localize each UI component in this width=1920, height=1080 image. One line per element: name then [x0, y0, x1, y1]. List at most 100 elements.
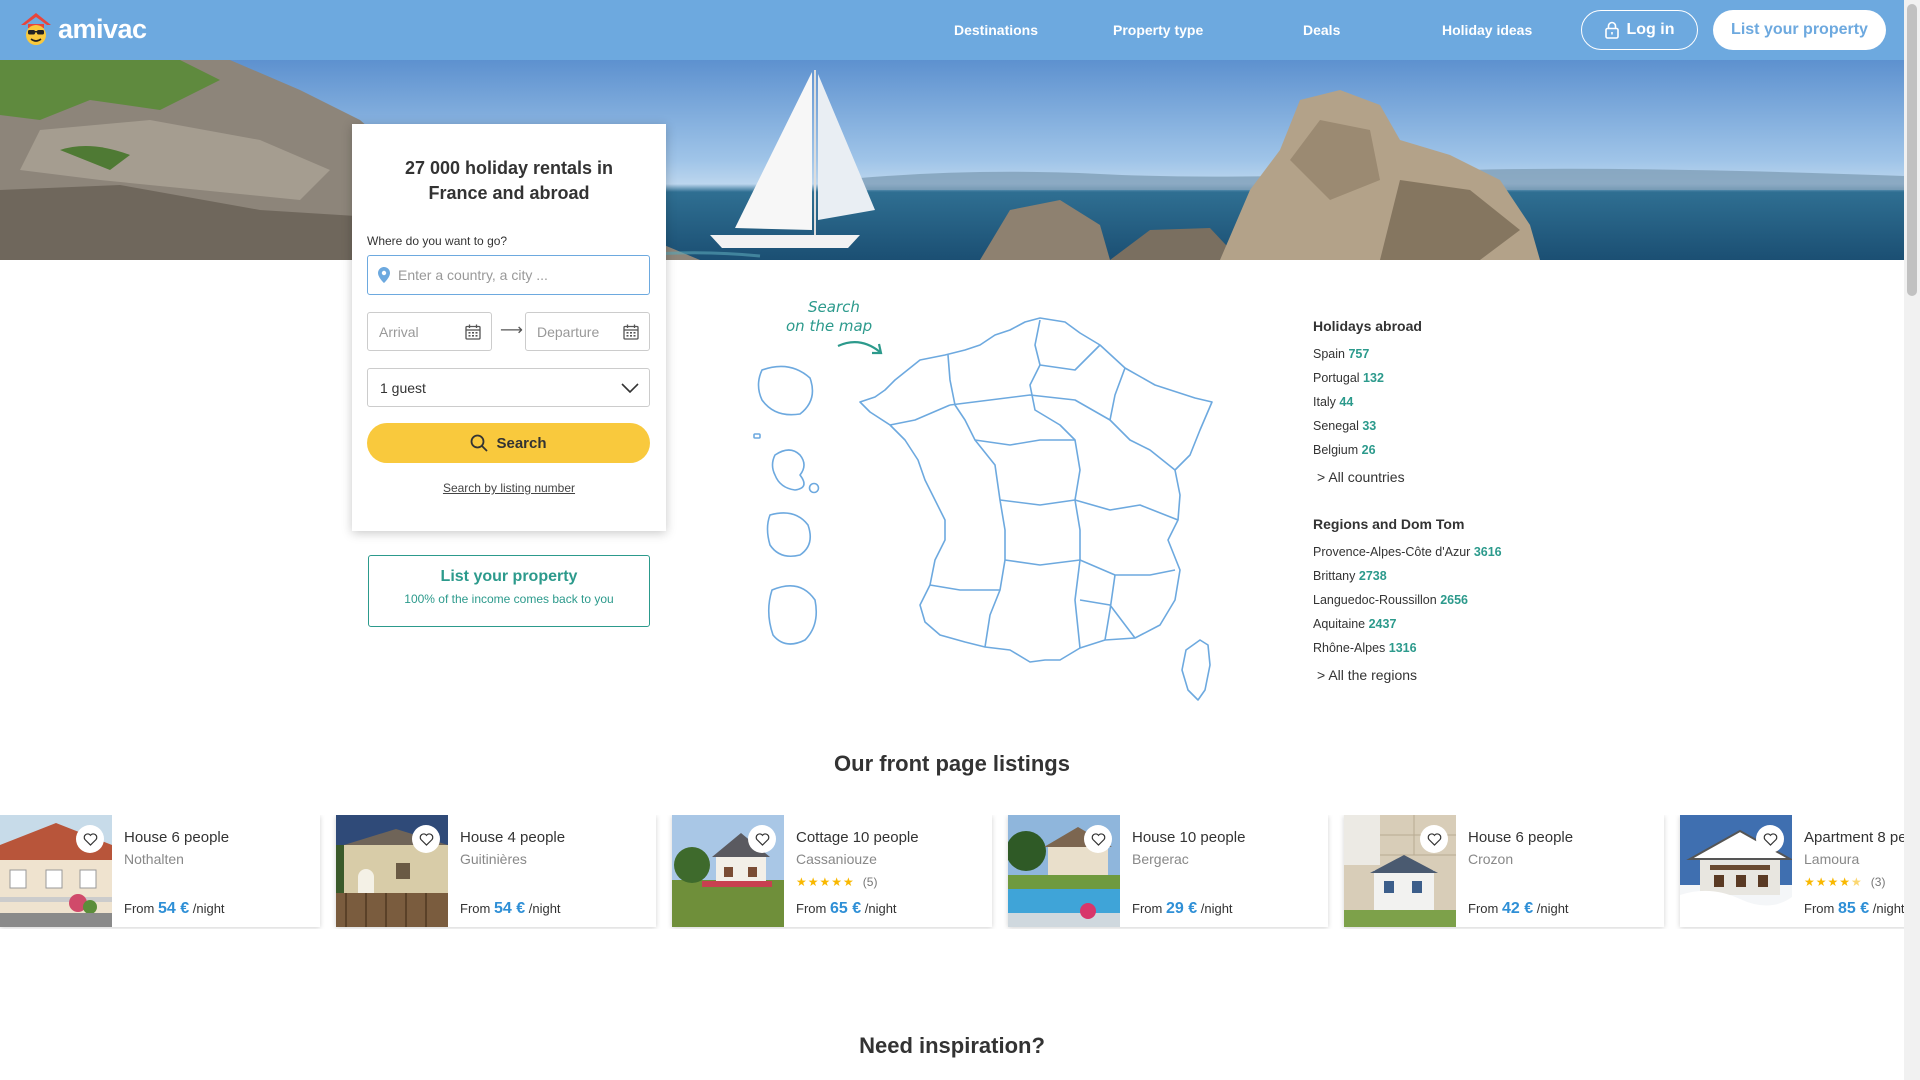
favorite-button[interactable] — [748, 825, 776, 853]
location-pin-icon — [378, 267, 390, 283]
map-region-border[interactable] — [929, 584, 1000, 591]
listing-card[interactable]: House 10 people Bergerac From 29 € /nigh… — [1008, 815, 1328, 927]
search-title-line1: 27 000 holiday rentals in — [404, 158, 614, 178]
region-count: 2738 — [1358, 569, 1387, 583]
list-property-card-title: List your property — [440, 568, 578, 585]
guests-select[interactable]: 1 guest — [367, 368, 650, 407]
map-region-border[interactable] — [974, 439, 1075, 446]
date-range-arrow-icon: ⟶ — [500, 322, 523, 339]
search-button[interactable]: Search — [367, 423, 650, 463]
nav-destinations[interactable]: Destinations — [954, 22, 1038, 38]
region-name: Provence-Alpes-Côte d'Azur — [1313, 545, 1471, 559]
map-region-border[interactable] — [999, 499, 1179, 521]
destination-name: Belgium — [1313, 443, 1359, 457]
region-count: 2656 — [1440, 593, 1468, 607]
listing-card[interactable]: House 6 people Crozon From 42 € /night — [1344, 815, 1664, 927]
region-link-provence[interactable]: Provence-Alpes-Côte d'Azur 3616 — [1313, 540, 1613, 564]
list-property-header-button[interactable]: List your property — [1713, 10, 1886, 50]
search-card-title: 27 000 holiday rentals in France and abr… — [372, 156, 646, 206]
region-link-brittany[interactable]: Brittany 2738 — [1313, 564, 1613, 588]
map-overseas-islet[interactable] — [753, 433, 761, 439]
price-from-label: From — [1468, 901, 1499, 916]
chevron-right-icon: > — [1317, 469, 1326, 485]
region-link-aquitaine[interactable]: Aquitaine 2437 — [1313, 612, 1613, 636]
region-link-languedoc[interactable]: Languedoc-Roussillon 2656 — [1313, 588, 1613, 612]
map-overseas-guyane[interactable] — [767, 584, 818, 645]
listing-card[interactable]: House 4 people Guitinières From 54 € /ni… — [336, 815, 656, 927]
map-region-border[interactable] — [1004, 559, 1176, 576]
nav-holiday-ideas[interactable]: Holiday ideas — [1442, 22, 1532, 38]
map-region-border[interactable] — [1104, 574, 1116, 641]
nav-property-type[interactable]: Property type — [1113, 22, 1203, 38]
price-amount: 54 € — [157, 900, 190, 917]
all-countries-link[interactable]: > All countries — [1317, 464, 1613, 490]
destination-link-portugal[interactable]: Portugal 132 — [1313, 366, 1613, 390]
arrival-date-field[interactable]: Arrival — [367, 312, 492, 351]
listing-type: House 6 people — [124, 829, 230, 846]
map-region-border[interactable] — [889, 404, 951, 426]
map-france-outline[interactable] — [859, 317, 1213, 663]
favorite-button[interactable] — [1420, 825, 1448, 853]
destination-count: 757 — [1348, 347, 1370, 361]
map-overseas-reunion[interactable] — [766, 512, 811, 558]
price-from-label: From — [460, 901, 491, 916]
listing-city: Guitinières — [460, 851, 527, 867]
listing-type: Cottage 10 people — [796, 829, 919, 846]
price-per-night: /night — [1872, 901, 1904, 916]
review-count: (3) — [1870, 875, 1886, 889]
listings-carousel: House 6 people Nothalten From 54 € /nigh… — [0, 815, 1904, 929]
france-map[interactable] — [745, 312, 1225, 702]
listing-price: From 65 € /night — [796, 900, 897, 918]
price-from-label: From — [796, 901, 827, 916]
favorite-button[interactable] — [1084, 825, 1112, 853]
departure-date-field[interactable]: Departure — [525, 312, 650, 351]
guests-value: 1 guest — [380, 379, 426, 396]
map-region-border[interactable] — [1109, 367, 1176, 471]
all-regions-link[interactable]: > All the regions — [1317, 662, 1613, 688]
listing-price: From 29 € /night — [1132, 900, 1233, 918]
listing-city: Cassaniouze — [796, 851, 877, 867]
region-link-rhone-alpes[interactable]: Rhône-Alpes 1316 — [1313, 636, 1613, 660]
map-region-border[interactable] — [1079, 599, 1136, 639]
heart-icon — [1763, 832, 1777, 846]
listing-card[interactable]: House 6 people Nothalten From 54 € /nigh… — [0, 815, 320, 927]
abroad-heading: Holidays abroad — [1313, 318, 1422, 334]
price-from-label: From — [1804, 901, 1835, 916]
nav-deals[interactable]: Deals — [1303, 22, 1340, 38]
destination-field[interactable] — [367, 255, 650, 295]
price-amount: 65 € — [829, 900, 862, 917]
favorite-button[interactable] — [1756, 825, 1784, 853]
destination-link-spain[interactable]: Spain 757 — [1313, 342, 1613, 366]
logo[interactable]: amivac — [20, 12, 147, 46]
chevron-right-icon: > — [1317, 667, 1326, 683]
login-button[interactable]: Log in — [1581, 10, 1698, 50]
brand-name: amivac — [58, 13, 147, 44]
favorite-button[interactable] — [412, 825, 440, 853]
map-overseas-martinique[interactable] — [771, 449, 805, 491]
listing-card[interactable]: Apartment 8 people Lamoura ★★★★★(3) From… — [1680, 815, 1904, 927]
scrollbar-thumb[interactable] — [1907, 4, 1917, 296]
list-property-card[interactable]: List your property 100% of the income co… — [368, 555, 650, 627]
listing-card[interactable]: Cottage 10 people Cassaniouze ★★★★★ (5) F… — [672, 815, 992, 927]
login-label: Log in — [1626, 21, 1675, 38]
map-overseas-islet[interactable] — [808, 482, 820, 494]
all-regions-label: All the regions — [1328, 667, 1418, 683]
map-corsica[interactable] — [1181, 639, 1211, 701]
map-region-border[interactable] — [1039, 344, 1101, 371]
destination-link-italy[interactable]: Italy 44 — [1313, 390, 1613, 414]
destinations-list: Holidays abroad Spain 757 Portugal 132 I… — [1313, 318, 1613, 688]
destination-input[interactable] — [398, 267, 628, 283]
price-amount: 29 € — [1165, 900, 1198, 917]
search-by-listing-number-link[interactable]: Search by listing number — [352, 481, 666, 495]
listing-price: From 54 € /night — [460, 900, 561, 918]
listing-type: Apartment 8 people — [1804, 829, 1904, 846]
review-count: (5) — [862, 875, 878, 889]
favorite-button[interactable] — [76, 825, 104, 853]
destination-link-senegal[interactable]: Senegal 33 — [1313, 414, 1613, 438]
map-region-border[interactable] — [949, 394, 1111, 421]
star-rating: ★★★★★ (3) — [1804, 875, 1886, 889]
all-countries-label: All countries — [1328, 469, 1405, 485]
price-from-label: From — [124, 901, 155, 916]
map-overseas-guadeloupe[interactable] — [757, 365, 814, 416]
destination-link-belgium[interactable]: Belgium 26 — [1313, 438, 1613, 462]
